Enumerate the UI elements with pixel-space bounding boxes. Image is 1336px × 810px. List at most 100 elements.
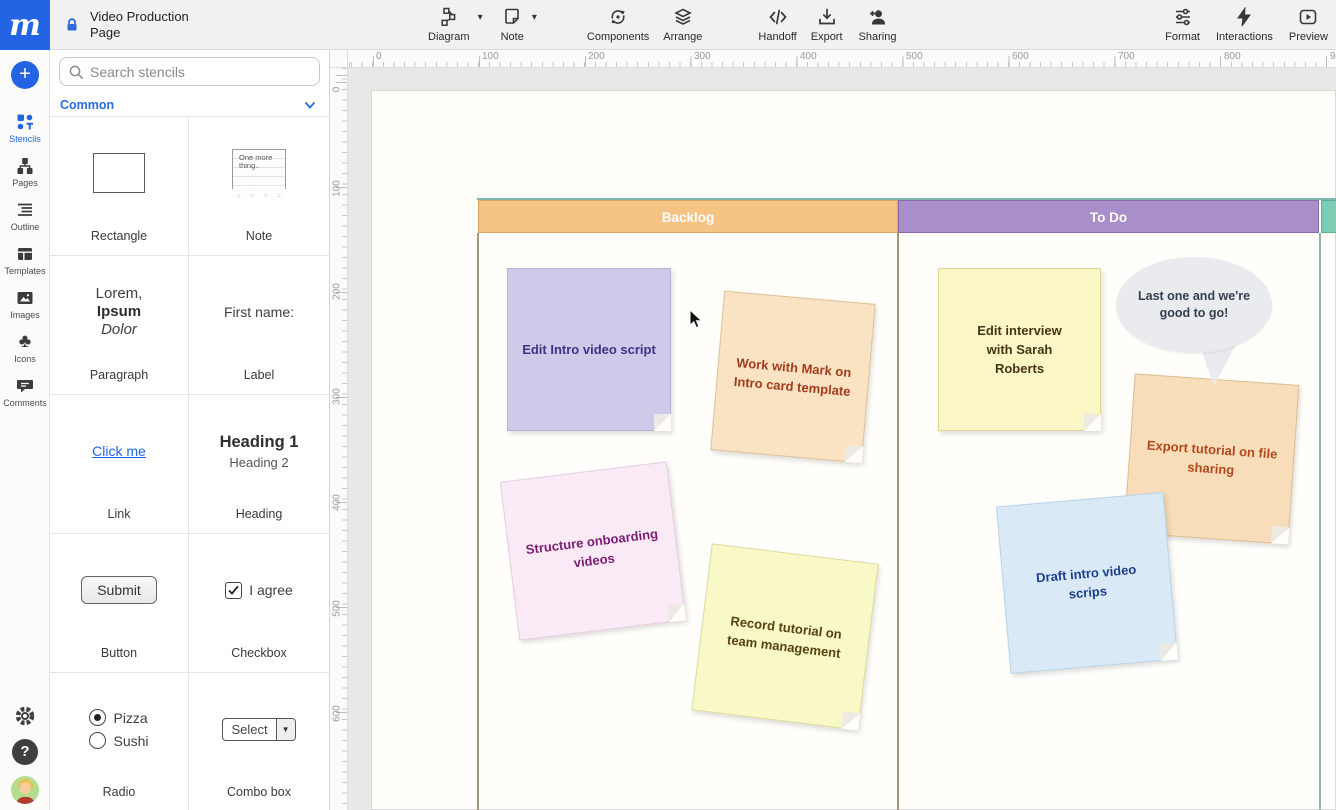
sharing-icon bbox=[867, 7, 887, 27]
sidebar-item-stencils[interactable]: Stencils bbox=[0, 112, 50, 144]
kanban-column-todo[interactable]: To Do bbox=[898, 200, 1319, 233]
section-header-common[interactable]: Common bbox=[50, 94, 329, 117]
components-button[interactable]: Components bbox=[587, 7, 649, 43]
sticky-note[interactable]: Structure onboarding videos bbox=[500, 461, 686, 640]
hruler-label: 500 bbox=[906, 51, 923, 62]
user-avatar[interactable] bbox=[11, 776, 39, 804]
arrange-button[interactable]: Arrange bbox=[663, 7, 702, 43]
templates-icon bbox=[15, 244, 35, 264]
images-icon bbox=[15, 288, 35, 308]
chevron-down-icon bbox=[303, 98, 317, 112]
checkbox-text: I agree bbox=[249, 582, 293, 598]
stencil-button[interactable]: Submit Button bbox=[50, 534, 189, 673]
sidebar-item-templates[interactable]: Templates bbox=[0, 244, 50, 276]
sidebar-item-icons[interactable]: ♣ Icons bbox=[0, 332, 50, 364]
radio-dot bbox=[94, 714, 101, 721]
stencil-label: Note bbox=[246, 229, 272, 255]
vruler-label: 400 bbox=[332, 488, 343, 518]
search-input[interactable] bbox=[90, 64, 311, 80]
sticky-note[interactable]: Record tutorial on team management bbox=[691, 543, 878, 730]
rail-items: Stencils Pages Outline Templates Images bbox=[0, 112, 50, 408]
link-preview: Click me bbox=[50, 395, 188, 507]
paragraph-line1: Lorem, bbox=[96, 285, 143, 303]
sticky-note[interactable]: Draft intro video scrips bbox=[996, 492, 1178, 674]
stencil-link[interactable]: Click me Link bbox=[50, 395, 189, 534]
app-logo[interactable]: m bbox=[0, 0, 50, 50]
stencil-paragraph[interactable]: Lorem, Ipsum Dolor Paragraph bbox=[50, 256, 189, 395]
pages-label: Pages bbox=[12, 178, 38, 188]
diagram-button[interactable]: Diagram bbox=[428, 7, 470, 43]
comments-label: Comments bbox=[3, 398, 47, 408]
lock-icon[interactable] bbox=[64, 17, 80, 33]
stencil-label: Label bbox=[244, 368, 275, 394]
stencil-radio[interactable]: Pizza Sushi Radio bbox=[50, 673, 189, 810]
preview-button[interactable]: Preview bbox=[1289, 7, 1328, 43]
note-dropdown-caret[interactable]: ▾ bbox=[528, 12, 541, 23]
hruler-label: 100 bbox=[482, 51, 499, 62]
sidebar-item-pages[interactable]: Pages bbox=[0, 156, 50, 188]
avatar-body bbox=[16, 797, 35, 804]
speech-bubble[interactable]: Last one and we're good to go! bbox=[1116, 257, 1272, 353]
add-stencil-button[interactable]: + bbox=[11, 61, 39, 89]
vruler-label: 100 bbox=[332, 174, 343, 204]
sticky-note-text: Draft intro video scrips bbox=[1015, 558, 1160, 608]
export-label: Export bbox=[811, 31, 843, 43]
kanban-column-third[interactable] bbox=[1321, 200, 1336, 233]
hruler-label: 800 bbox=[1224, 51, 1241, 62]
handoff-button[interactable]: Handoff bbox=[758, 7, 796, 43]
note-button[interactable]: Note bbox=[501, 7, 524, 43]
project-title-group[interactable]: Video Production Page bbox=[90, 9, 189, 41]
export-button[interactable]: Export bbox=[811, 7, 843, 43]
rail-bottom: ? bbox=[0, 704, 50, 804]
stencil-note[interactable]: One more thing.. Note bbox=[189, 117, 329, 256]
sidebar-item-comments[interactable]: Comments bbox=[0, 376, 50, 408]
interactions-icon bbox=[1234, 7, 1254, 27]
page-name: Page bbox=[90, 25, 189, 41]
heading2-text: Heading 2 bbox=[229, 455, 288, 470]
mouse-cursor-icon bbox=[689, 309, 709, 329]
note-label: Note bbox=[501, 31, 524, 43]
sidebar-item-outline[interactable]: Outline bbox=[0, 200, 50, 232]
radio-row: Sushi bbox=[89, 732, 148, 749]
link-text: Click me bbox=[92, 443, 146, 459]
sticky-note[interactable]: Edit Intro video script bbox=[507, 268, 671, 431]
handoff-icon bbox=[768, 7, 788, 27]
combobox-preview: Select ▼ bbox=[189, 673, 329, 785]
sticky-note[interactable]: Edit interview with Sarah Roberts bbox=[938, 268, 1101, 431]
vruler-label: 200 bbox=[332, 277, 343, 307]
stencil-combobox[interactable]: Select ▼ Combo box bbox=[189, 673, 329, 810]
rectangle-shape bbox=[93, 153, 145, 193]
combobox-shape: Select ▼ bbox=[222, 718, 295, 741]
sticky-note[interactable]: Work with Mark on Intro card template bbox=[710, 291, 875, 464]
format-button[interactable]: Format bbox=[1165, 7, 1200, 43]
column-divider bbox=[1319, 233, 1321, 810]
heading-preview: Heading 1 Heading 2 bbox=[189, 395, 329, 507]
avatar-face bbox=[20, 782, 31, 794]
stencil-rectangle[interactable]: Rectangle bbox=[50, 117, 189, 256]
diagram-dropdown-caret[interactable]: ▾ bbox=[474, 12, 487, 23]
stencil-label-item[interactable]: First name: Label bbox=[189, 256, 329, 395]
help-button[interactable]: ? bbox=[12, 739, 38, 765]
stencil-heading[interactable]: Heading 1 Heading 2 Heading bbox=[189, 395, 329, 534]
sharing-button[interactable]: Sharing bbox=[859, 7, 897, 43]
rectangle-preview bbox=[50, 117, 188, 229]
components-label: Components bbox=[587, 31, 649, 43]
stencil-label: Button bbox=[101, 646, 137, 672]
hruler-label: 200 bbox=[588, 51, 605, 62]
stencil-checkbox[interactable]: I agree Checkbox bbox=[189, 534, 329, 673]
combobox-text: Select bbox=[223, 719, 275, 740]
vruler-label: 0 bbox=[332, 75, 343, 105]
vruler-label: 600 bbox=[332, 699, 343, 729]
settings-gear-icon[interactable] bbox=[13, 704, 37, 728]
search-icon bbox=[68, 64, 84, 80]
icons-label: Icons bbox=[14, 354, 36, 364]
arrange-label: Arrange bbox=[663, 31, 702, 43]
kanban-column-backlog[interactable]: Backlog bbox=[478, 200, 898, 233]
radio-selected bbox=[89, 709, 106, 726]
interactions-button[interactable]: Interactions bbox=[1216, 7, 1273, 43]
stencils-icon bbox=[15, 112, 35, 132]
sidebar-item-images[interactable]: Images bbox=[0, 288, 50, 320]
hruler-label: 700 bbox=[1118, 51, 1135, 62]
toolbar-center: Diagram ▾ Note ▾ Components Arrange bbox=[428, 7, 896, 43]
hruler-label: 600 bbox=[1012, 51, 1029, 62]
